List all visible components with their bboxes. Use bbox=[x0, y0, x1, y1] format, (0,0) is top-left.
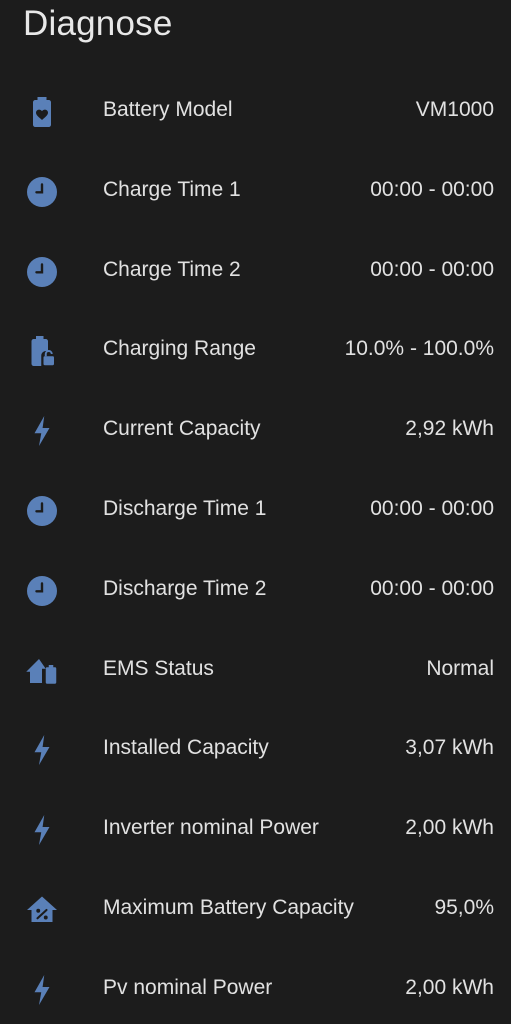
entity-row-ems-status[interactable]: EMS Status Normal bbox=[0, 629, 511, 709]
entity-label: Installed Capacity bbox=[103, 736, 269, 760]
entity-value: 2,00 kWh bbox=[405, 975, 494, 999]
entity-row-charge-time-2[interactable]: Charge Time 2 00:00 - 00:00 bbox=[0, 230, 511, 310]
entity-label: Inverter nominal Power bbox=[103, 816, 319, 840]
lightning-bolt-icon bbox=[24, 732, 60, 768]
home-battery-icon bbox=[24, 653, 60, 689]
entity-row-maximum-battery-capacity[interactable]: Maximum Battery Capacity 95,0% bbox=[0, 868, 511, 948]
lightning-bolt-icon bbox=[24, 413, 60, 449]
entity-row-discharge-time-1[interactable]: Discharge Time 1 00:00 - 00:00 bbox=[0, 469, 511, 549]
entity-value: 10.0% - 100.0% bbox=[344, 337, 494, 361]
battery-lock-icon bbox=[24, 333, 60, 369]
entity-label: Charge Time 2 bbox=[103, 257, 241, 281]
entity-list: Battery Model VM1000 Charge Time 1 00:00… bbox=[0, 70, 511, 1024]
entity-label: Discharge Time 2 bbox=[103, 576, 267, 600]
entity-value: 00:00 - 00:00 bbox=[370, 257, 494, 281]
entity-value: 2,00 kWh bbox=[405, 816, 494, 840]
entity-label: EMS Status bbox=[103, 656, 214, 680]
entity-value: 00:00 - 00:00 bbox=[370, 576, 494, 600]
battery-heart-icon bbox=[24, 94, 60, 130]
lightning-bolt-icon bbox=[24, 812, 60, 848]
entity-value: 00:00 - 00:00 bbox=[370, 177, 494, 201]
home-percent-icon bbox=[24, 892, 60, 928]
entity-row-current-capacity[interactable]: Current Capacity 2,92 kWh bbox=[0, 389, 511, 469]
entity-row-installed-capacity[interactable]: Installed Capacity 3,07 kWh bbox=[0, 708, 511, 788]
entity-label: Battery Model bbox=[103, 98, 233, 121]
entity-value: VM1000 bbox=[415, 98, 494, 121]
entity-row-discharge-time-2[interactable]: Discharge Time 2 00:00 - 00:00 bbox=[0, 549, 511, 629]
entity-row-charge-time-1[interactable]: Charge Time 1 00:00 - 00:00 bbox=[0, 150, 511, 230]
entity-label: Pv nominal Power bbox=[103, 975, 273, 999]
clock-icon bbox=[24, 573, 60, 609]
entity-value: 3,07 kWh bbox=[405, 736, 494, 760]
entity-label: Charge Time 1 bbox=[103, 177, 241, 201]
clock-icon bbox=[24, 493, 60, 529]
clock-icon bbox=[24, 254, 60, 290]
entity-label: Charging Range bbox=[103, 337, 256, 361]
diagnose-card: Diagnose Battery Model VM1000 Charge Tim… bbox=[0, 0, 511, 1024]
entity-value: 2,92 kWh bbox=[405, 417, 494, 441]
entity-value: Normal bbox=[426, 656, 494, 680]
entity-row-charging-range[interactable]: Charging Range 10.0% - 100.0% bbox=[0, 309, 511, 389]
clock-icon bbox=[24, 174, 60, 210]
entity-value: 00:00 - 00:00 bbox=[370, 496, 494, 520]
entity-row-pv-nominal-power[interactable]: Pv nominal Power 2,00 kWh bbox=[0, 948, 511, 1024]
entity-row-inverter-nominal-power[interactable]: Inverter nominal Power 2,00 kWh bbox=[0, 788, 511, 868]
entity-value: 95,0% bbox=[434, 895, 494, 919]
entity-label: Maximum Battery Capacity bbox=[103, 895, 354, 919]
entity-label: Discharge Time 1 bbox=[103, 496, 267, 520]
entity-row-battery-model[interactable]: Battery Model VM1000 bbox=[0, 70, 511, 150]
card-title: Diagnose bbox=[23, 4, 173, 43]
entity-label: Current Capacity bbox=[103, 417, 261, 441]
lightning-bolt-icon bbox=[24, 972, 60, 1008]
